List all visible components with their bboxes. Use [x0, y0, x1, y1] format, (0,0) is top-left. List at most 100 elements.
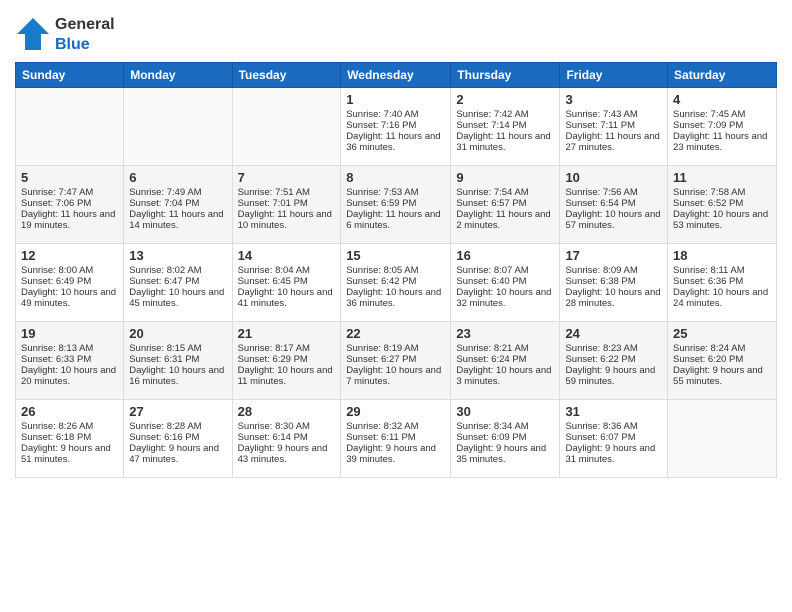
day-number: 11	[673, 170, 771, 185]
sunrise-text: Sunrise: 8:15 AM	[129, 343, 226, 354]
sunrise-text: Sunrise: 7:53 AM	[346, 187, 445, 198]
calendar-week-row: 19 Sunrise: 8:13 AMSunset: 6:33 PM Dayligh…	[16, 321, 777, 399]
day-number: 19	[21, 326, 118, 341]
daylight-text: Daylight: 10 hours and 41 minutes.	[238, 287, 336, 309]
sunrise-text: Sunrise: 8:02 AM	[129, 265, 226, 276]
day-number: 24	[565, 326, 662, 341]
logo: General Blue	[15, 14, 115, 54]
sunset-text: Sunset: 6:07 PM	[565, 432, 662, 443]
calendar-day-header: Wednesday	[341, 62, 451, 87]
daylight-text: Daylight: 10 hours and 53 minutes.	[673, 209, 771, 231]
calendar-cell	[668, 399, 777, 477]
calendar-cell: 27Sunrise: 8:28 AMSunset: 6:16 PMDayligh…	[124, 399, 232, 477]
sunrise-text: Sunrise: 8:13 AM	[21, 343, 118, 354]
day-number: 25	[673, 326, 771, 341]
sunrise-text: Sunrise: 8:34 AM	[456, 421, 554, 432]
daylight-text: Daylight: 10 hours and 45 minutes.	[129, 287, 226, 309]
calendar-week-row: 5Sunrise: 7:47 AMSunset: 7:06 PMDaylight…	[16, 165, 777, 243]
daylight-text: Daylight: 10 hours and 3 minutes.	[456, 365, 554, 387]
day-number: 1	[346, 92, 445, 107]
calendar-day-header: Sunday	[16, 62, 124, 87]
day-number: 23	[456, 326, 554, 341]
calendar-week-row: 26Sunrise: 8:26 AMSunset: 6:18 PMDayligh…	[16, 399, 777, 477]
calendar-day-header: Thursday	[451, 62, 560, 87]
day-number: 31	[565, 404, 662, 419]
sunset-text: Sunset: 6:42 PM	[346, 276, 445, 287]
day-number: 14	[238, 248, 336, 263]
daylight-text: Daylight: 11 hours and 19 minutes.	[21, 209, 118, 231]
sunset-text: Sunset: 7:09 PM	[673, 120, 771, 131]
daylight-text: Daylight: 9 hours and 55 minutes.	[673, 365, 771, 387]
sunset-text: Sunset: 7:01 PM	[238, 198, 336, 209]
sunset-text: Sunset: 6:22 PM	[565, 354, 662, 365]
daylight-text: Daylight: 10 hours and 7 minutes.	[346, 365, 445, 387]
calendar-cell: 24Sunrise: 8:23 AMSunset: 6:22 PMDayligh…	[560, 321, 668, 399]
sunset-text: Sunset: 6:54 PM	[565, 198, 662, 209]
sunrise-text: Sunrise: 8:17 AM	[238, 343, 336, 354]
calendar-cell: 3 Sunrise: 7:43 AMSunset: 7:11 PMDaylight…	[560, 87, 668, 165]
sunset-text: Sunset: 7:16 PM	[346, 120, 445, 131]
sunrise-text: Sunrise: 7:54 AM	[456, 187, 554, 198]
calendar-cell: 1Sunrise: 7:40 AMSunset: 7:16 PMDaylight…	[341, 87, 451, 165]
day-number: 16	[456, 248, 554, 263]
daylight-text: Daylight: 9 hours and 51 minutes.	[21, 443, 118, 465]
daylight-text: Daylight: 11 hours and 27 minutes.	[565, 131, 662, 153]
sunrise-text: Sunrise: 7:58 AM	[673, 187, 771, 198]
sunset-text: Sunset: 7:06 PM	[21, 198, 118, 209]
sunrise-text: Sunrise: 7:43 AM	[565, 109, 662, 120]
calendar-cell: 14Sunrise: 8:04 AMSunset: 6:45 PMDayligh…	[232, 243, 341, 321]
sunset-text: Sunset: 6:57 PM	[456, 198, 554, 209]
logo-general-text: General	[55, 16, 115, 33]
day-number: 26	[21, 404, 118, 419]
calendar-cell: 25Sunrise: 8:24 AMSunset: 6:20 PMDayligh…	[668, 321, 777, 399]
sunrise-text: Sunrise: 8:11 AM	[673, 265, 771, 276]
sunset-text: Sunset: 6:33 PM	[21, 354, 118, 365]
calendar-cell: 11 Sunrise: 7:58 AMSunset: 6:52 PMDayligh…	[668, 165, 777, 243]
sunrise-text: Sunrise: 8:09 AM	[565, 265, 662, 276]
day-number: 2	[456, 92, 554, 107]
day-number: 27	[129, 404, 226, 419]
calendar-cell: 7Sunrise: 7:51 AMSunset: 7:01 PMDaylight…	[232, 165, 341, 243]
sunset-text: Sunset: 6:59 PM	[346, 198, 445, 209]
daylight-text: Daylight: 11 hours and 14 minutes.	[129, 209, 226, 231]
logo-svg	[15, 16, 51, 52]
sunset-text: Sunset: 6:27 PM	[346, 354, 445, 365]
sunset-text: Sunset: 6:52 PM	[673, 198, 771, 209]
sunrise-text: Sunrise: 8:36 AM	[565, 421, 662, 432]
calendar-cell: 29Sunrise: 8:32 AMSunset: 6:11 PMDayligh…	[341, 399, 451, 477]
calendar-cell: 18Sunrise: 8:11 AMSunset: 6:36 PMDayligh…	[668, 243, 777, 321]
calendar-cell: 6Sunrise: 7:49 AMSunset: 7:04 PMDaylight…	[124, 165, 232, 243]
calendar-cell: 19Sunrise: 8:13 AMSunset: 6:33 PMDayligh…	[16, 321, 124, 399]
sunrise-text: Sunrise: 8:26 AM	[21, 421, 118, 432]
day-number: 3	[565, 92, 662, 107]
day-number: 18	[673, 248, 771, 263]
calendar-cell: 20Sunrise: 8:15 AMSunset: 6:31 PMDayligh…	[124, 321, 232, 399]
sunrise-text: Sunrise: 8:24 AM	[673, 343, 771, 354]
day-number: 9	[456, 170, 554, 185]
calendar-day-header: Monday	[124, 62, 232, 87]
page: General Blue SundayMondayTuesdayWednesda…	[0, 0, 792, 612]
sunset-text: Sunset: 6:49 PM	[21, 276, 118, 287]
day-number: 6	[129, 170, 226, 185]
calendar-header-row: SundayMondayTuesdayWednesdayThursdayFrid…	[16, 62, 777, 87]
day-number: 22	[346, 326, 445, 341]
day-number: 10	[565, 170, 662, 185]
sunset-text: Sunset: 7:11 PM	[565, 120, 662, 131]
day-number: 15	[346, 248, 445, 263]
sunset-text: Sunset: 6:29 PM	[238, 354, 336, 365]
day-number: 30	[456, 404, 554, 419]
day-number: 17	[565, 248, 662, 263]
daylight-text: Daylight: 9 hours and 31 minutes.	[565, 443, 662, 465]
day-number: 13	[129, 248, 226, 263]
logo-text: General Blue	[55, 14, 115, 54]
daylight-text: Daylight: 10 hours and 11 minutes.	[238, 365, 336, 387]
calendar-week-row: 12Sunrise: 8:00 AMSunset: 6:49 PMDayligh…	[16, 243, 777, 321]
day-number: 7	[238, 170, 336, 185]
sunrise-text: Sunrise: 8:30 AM	[238, 421, 336, 432]
sunset-text: Sunset: 6:40 PM	[456, 276, 554, 287]
calendar-cell	[124, 87, 232, 165]
sunrise-text: Sunrise: 8:32 AM	[346, 421, 445, 432]
day-number: 29	[346, 404, 445, 419]
sunrise-text: Sunrise: 8:07 AM	[456, 265, 554, 276]
calendar-cell: 17Sunrise: 8:09 AMSunset: 6:38 PMDayligh…	[560, 243, 668, 321]
